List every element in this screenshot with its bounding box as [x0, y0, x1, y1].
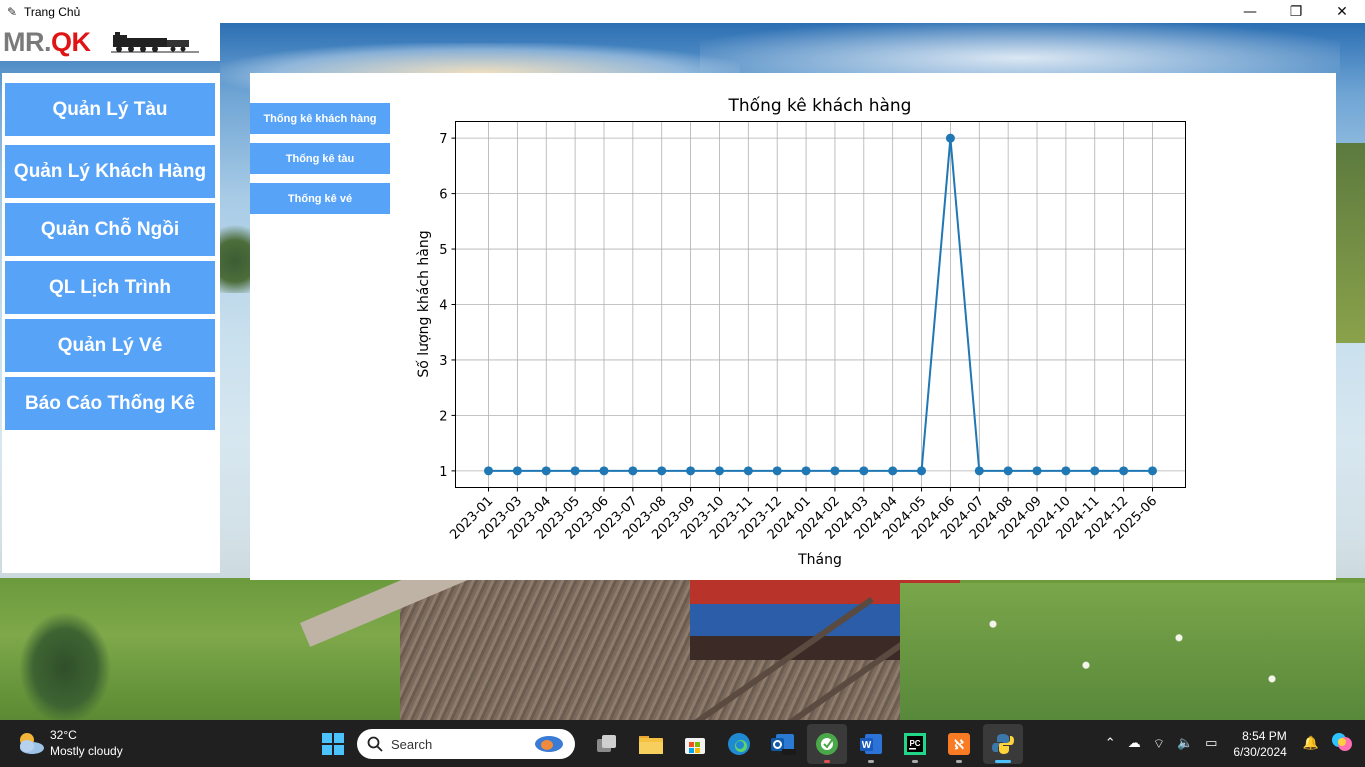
- python-icon[interactable]: [983, 724, 1023, 764]
- tab-thong-ke-ve[interactable]: Thống kê vé: [250, 183, 390, 214]
- data-point: [743, 466, 753, 476]
- x-axis-label: Tháng: [797, 552, 842, 568]
- logo-mr: MR.: [3, 26, 52, 57]
- taskbar-search[interactable]: Search: [357, 729, 575, 759]
- cloudy-weather-icon: [20, 733, 44, 754]
- data-point: [1090, 466, 1100, 476]
- edge-icon[interactable]: [719, 724, 759, 764]
- sidebar-item-quan-ly-tau[interactable]: Quản Lý Tàu: [5, 83, 215, 136]
- svg-text:PC: PC: [909, 739, 920, 748]
- sidebar-item-ql-lich-trinh[interactable]: QL Lịch Trình: [5, 261, 215, 314]
- clock[interactable]: 8:54 PM 6/30/2024: [1233, 728, 1286, 760]
- data-point: [945, 133, 955, 143]
- svg-text:ℵ: ℵ: [954, 737, 964, 752]
- store-icon[interactable]: [675, 724, 715, 764]
- task-view-icon[interactable]: [587, 724, 627, 764]
- outlook-new-icon[interactable]: [763, 724, 803, 764]
- data-point: [888, 466, 898, 476]
- sidebar-item-quan-ly-ve[interactable]: Quản Lý Vé: [5, 319, 215, 372]
- svg-text:W: W: [862, 740, 872, 751]
- data-point: [974, 466, 984, 476]
- close-button[interactable]: ✕: [1319, 0, 1365, 23]
- train-logo-icon: [110, 32, 199, 53]
- maximize-button[interactable]: ❐: [1273, 0, 1319, 23]
- title-bar: ✎ Trang Chủ — ❐ ✕: [0, 0, 1365, 23]
- clock-date: 6/30/2024: [1233, 744, 1287, 759]
- data-point: [1119, 466, 1129, 476]
- data-point: [599, 466, 609, 476]
- volume-icon[interactable]: 🔈: [1177, 736, 1193, 751]
- y-tick-label: 7: [439, 132, 447, 147]
- data-point: [772, 466, 782, 476]
- data-point: [657, 466, 667, 476]
- chart-title: Thống kê khách hàng: [728, 95, 912, 116]
- data-point: [570, 466, 580, 476]
- data-point: [1032, 466, 1042, 476]
- main-panel: Thống kê khách hàng Thống kê tàu Thống k…: [250, 73, 1336, 580]
- onedrive-icon[interactable]: ☁: [1128, 736, 1141, 751]
- browser-app-icon[interactable]: [807, 724, 847, 764]
- windows-logo-icon: [322, 733, 344, 755]
- sidebar: Quản Lý Tàu Quản Lý Khách Hàng Quản Chỗ …: [2, 73, 220, 573]
- search-icon: [367, 736, 383, 752]
- data-point: [1003, 466, 1013, 476]
- y-tick-label: 4: [439, 299, 447, 314]
- data-point: [917, 466, 927, 476]
- sidebar-item-quan-cho-ngoi[interactable]: Quản Chỗ Ngồi: [5, 203, 215, 256]
- tab-thong-ke-khach-hang[interactable]: Thống kê khách hàng: [250, 103, 390, 134]
- logo: MR.QK: [0, 23, 220, 61]
- copilot-icon[interactable]: [1331, 731, 1353, 757]
- window-title: Trang Chủ: [24, 4, 81, 19]
- pycharm-icon[interactable]: PC: [895, 724, 935, 764]
- chevron-up-icon[interactable]: ⌃: [1105, 736, 1116, 751]
- customer-chart: Thống kê khách hàng 1234567 2023-012023-…: [415, 95, 1186, 568]
- wifi-icon[interactable]: ⌔: [1153, 736, 1165, 752]
- logo-qk: QK: [51, 26, 91, 57]
- data-point: [541, 466, 551, 476]
- tab-thong-ke-tau[interactable]: Thống kê tàu: [250, 143, 390, 174]
- weather-temp: 32°C: [50, 728, 77, 742]
- minimize-button[interactable]: —: [1227, 0, 1273, 23]
- data-point: [859, 466, 869, 476]
- y-axis-label: Số lượng khách hàng: [415, 230, 432, 377]
- weather-widget[interactable]: 32°C Mostly cloudy: [15, 727, 123, 759]
- battery-icon[interactable]: ▭: [1205, 736, 1217, 751]
- taskbar: 32°C Mostly cloudy Search W PC ℵ ⌃ ☁ ⌔ 🔈…: [0, 720, 1365, 767]
- search-placeholder: Search: [391, 736, 433, 752]
- search-highlight-icon: [535, 736, 563, 752]
- y-tick-label: 6: [439, 188, 447, 203]
- data-point: [801, 466, 811, 476]
- start-button[interactable]: [313, 724, 353, 764]
- data-point: [1061, 466, 1071, 476]
- clock-time: 8:54 PM: [1242, 728, 1287, 743]
- y-tick-label: 2: [439, 409, 447, 424]
- data-point: [628, 466, 638, 476]
- data-point: [1148, 466, 1157, 476]
- logo-text: MR.QK: [3, 27, 91, 58]
- data-point: [830, 466, 840, 476]
- file-explorer-icon[interactable]: [631, 724, 671, 764]
- feather-icon: ✎: [6, 4, 18, 19]
- data-point: [484, 466, 493, 476]
- y-tick-label: 5: [439, 243, 447, 258]
- y-tick-label: 3: [439, 354, 447, 369]
- word-icon[interactable]: W: [851, 724, 891, 764]
- sidebar-item-quan-ly-khach-hang[interactable]: Quản Lý Khách Hàng: [5, 145, 215, 198]
- notification-bell-icon[interactable]: 🔔: [1303, 736, 1319, 751]
- weather-desc: Mostly cloudy: [50, 744, 123, 758]
- data-point: [714, 466, 724, 476]
- xampp-icon[interactable]: ℵ: [939, 724, 979, 764]
- data-point: [686, 466, 696, 476]
- y-tick-label: 1: [439, 465, 447, 480]
- sidebar-item-bao-cao-thong-ke[interactable]: Báo Cáo Thống Kê: [5, 377, 215, 430]
- data-point: [512, 466, 522, 476]
